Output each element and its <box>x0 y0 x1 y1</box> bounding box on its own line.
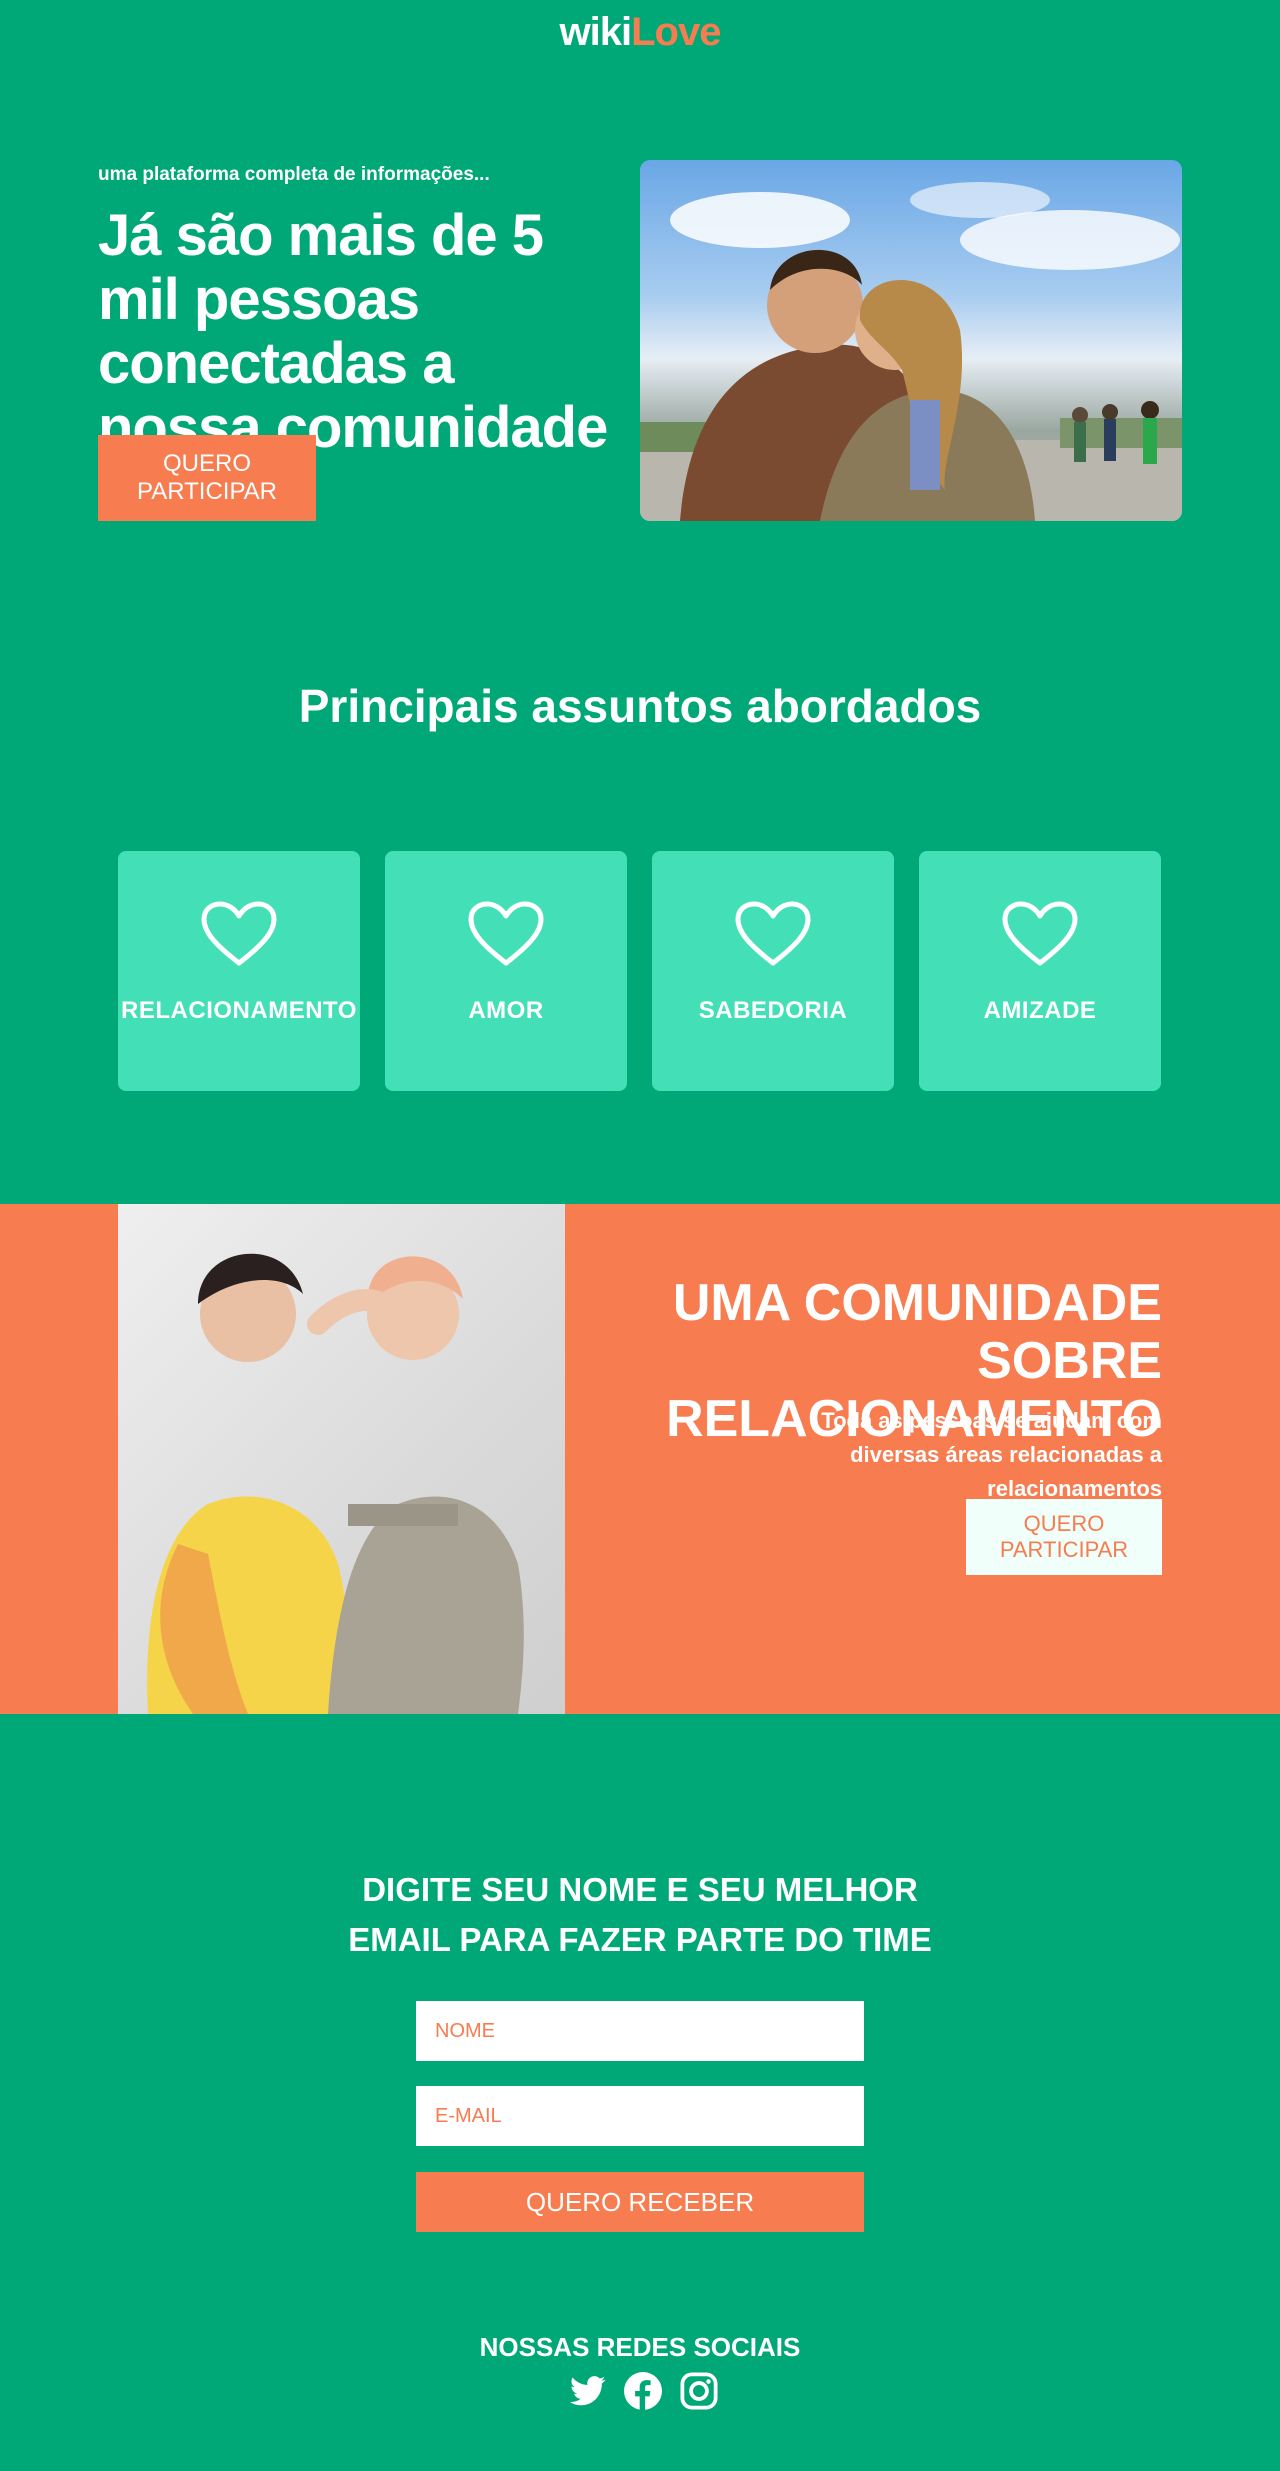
topic-label: AMIZADE <box>983 997 1097 1024</box>
logo-wiki: wiki <box>559 9 633 54</box>
couple-illustration <box>640 182 1182 521</box>
heart-icon <box>201 901 277 966</box>
social-icons <box>570 2372 718 2410</box>
hero-couple-photo <box>640 160 1182 521</box>
heart-icon <box>735 901 811 966</box>
landing-page: wikiLove uma plataforma completa de info… <box>0 0 1280 2471</box>
topics-grid: RELACIONAMENTO AMOR SABEDORIA AMIZADE <box>118 851 1161 1091</box>
hero-title: Já são mais de 5 mil pessoas conectadas … <box>98 203 608 460</box>
topic-label: AMOR <box>468 997 544 1024</box>
topic-card-relacionamento[interactable]: RELACIONAMENTO <box>118 851 360 1091</box>
logo-love: Love <box>631 9 721 54</box>
community-description: Toda as pessoas se ajudam com diversas á… <box>821 1408 1162 1501</box>
email-input[interactable] <box>416 2086 864 2146</box>
topic-card-sabedoria[interactable]: SABEDORIA <box>652 851 894 1091</box>
signup-title-line2: EMAIL PARA FAZER PARTE DO TIME <box>348 1921 932 1958</box>
logo[interactable]: wikiLove <box>559 9 722 55</box>
signup-title: DIGITE SEU NOME E SEU MELHOR EMAIL PARA … <box>0 1865 1280 1965</box>
topic-label: RELACIONAMENTO <box>121 997 357 1024</box>
community-participate-button[interactable]: QUERO PARTICIPAR <box>966 1499 1162 1575</box>
header: wikiLove <box>0 0 1280 64</box>
twitter-icon[interactable] <box>570 2376 606 2406</box>
topic-card-amizade[interactable]: AMIZADE <box>919 851 1161 1091</box>
social-title: NOSSAS REDES SOCIAIS <box>479 2332 801 2362</box>
name-input[interactable] <box>416 2001 864 2061</box>
topic-card-amor[interactable]: AMOR <box>385 851 627 1091</box>
heart-icon <box>468 901 544 966</box>
topic-label: SABEDORIA <box>698 997 848 1024</box>
community-illustration <box>147 1253 524 1714</box>
instagram-icon[interactable] <box>680 2372 718 2410</box>
hero-section: uma plataforma completa de informações..… <box>0 64 1280 524</box>
signup-title-line1: DIGITE SEU NOME E SEU MELHOR <box>362 1871 918 1908</box>
topics-title: Principais assuntos abordados <box>298 680 982 732</box>
facebook-icon[interactable] <box>624 2372 662 2410</box>
heart-icon <box>1002 901 1078 966</box>
hero-participate-button[interactable]: QUERO PARTICIPAR <box>98 435 316 521</box>
community-section: UMA COMUNIDADE SOBRE RELACIONAMENTO Toda… <box>0 1204 1280 1714</box>
community-couple-photo <box>118 1204 565 1714</box>
submit-button[interactable]: QUERO RECEBER <box>416 2172 864 2232</box>
hero-tagline: uma plataforma completa de informações..… <box>98 164 490 185</box>
